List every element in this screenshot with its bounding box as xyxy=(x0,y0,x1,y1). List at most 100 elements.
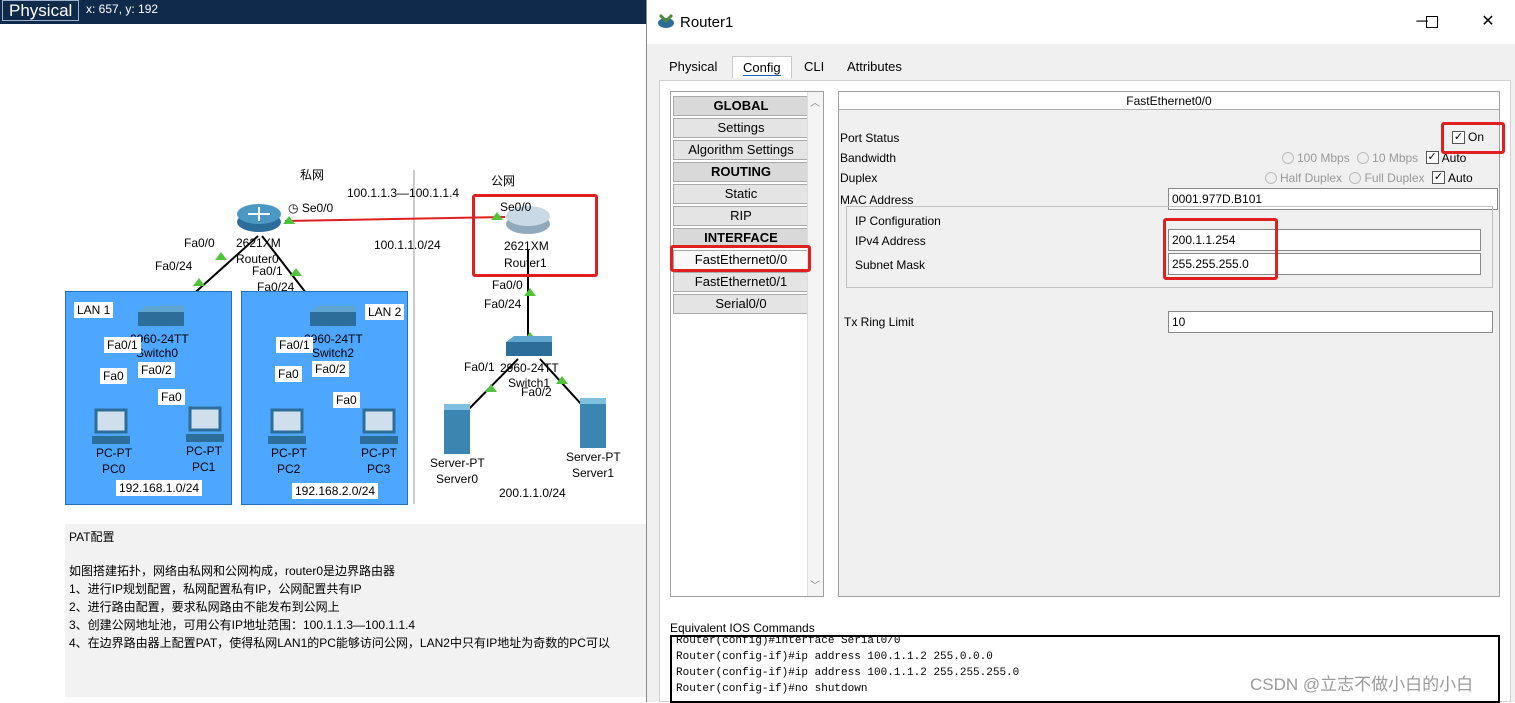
tab-cli[interactable]: CLI xyxy=(794,56,834,78)
switch1-port1-label: Fa0/1 xyxy=(464,360,495,374)
router0-fa1-label: Fa0/1 xyxy=(252,264,283,278)
workspace-mode-label[interactable]: Physical xyxy=(2,0,80,21)
router-app-icon xyxy=(658,13,674,28)
router1-fa0-label: Fa0/0 xyxy=(492,278,523,292)
pc1-port-label: Fa0 xyxy=(158,389,185,405)
public-network-label: 公网 xyxy=(491,174,516,188)
switch2-port2-label: Fa0/2 xyxy=(312,361,349,377)
router1-highlight xyxy=(472,194,598,277)
sidebar-item-fastethernet0-1[interactable]: FastEthernet0/1 xyxy=(673,272,809,292)
notes-title: PAT配置 xyxy=(69,530,115,544)
serial-network-label: 100.1.1.0/24 xyxy=(374,238,441,252)
tx-ring-label: Tx Ring Limit xyxy=(844,315,915,329)
ios-line: Router(config-if)#ip address 100.1.1.2 2… xyxy=(676,651,993,663)
port-status-highlight xyxy=(1441,122,1505,154)
server1-name: Server1 xyxy=(572,466,615,480)
switch2-model: 2960-24TT xyxy=(304,332,363,346)
interface-header: FastEthernet0/0 xyxy=(839,92,1499,110)
server0-name: Server0 xyxy=(436,472,479,486)
server-icon[interactable] xyxy=(578,396,608,450)
bandwidth-10-label: 10 Mbps xyxy=(1372,151,1419,165)
switch0-name: Switch0 xyxy=(136,346,179,360)
sidebar-item-serial0-0[interactable]: Serial0/0 xyxy=(673,294,809,314)
switch-icon[interactable] xyxy=(504,336,554,360)
notes-line: 2、进行路由配置，要求私网路由不能发布到公网上 xyxy=(69,600,340,614)
pc3-type: PC-PT xyxy=(361,446,397,460)
half-duplex-label: Half Duplex xyxy=(1280,171,1343,185)
bandwidth-label: Bandwidth xyxy=(840,151,897,165)
window-titlebar[interactable]: Router1 ─ ✕ xyxy=(647,0,1515,44)
pc2-port-label: Fa0 xyxy=(275,366,302,382)
ios-line: Router(config)#interface Serial0/0 xyxy=(676,635,901,647)
bandwidth-auto-checkbox[interactable]: ✓ xyxy=(1425,151,1439,165)
sidebar-item-static[interactable]: Static xyxy=(673,184,809,204)
pc-icon[interactable] xyxy=(268,408,308,446)
pc2-type: PC-PT xyxy=(271,446,307,460)
lan2-network-label: 192.168.2.0/24 xyxy=(292,483,379,499)
notes-line: 3、创建公网地址池，可用公有IP地址范围：100.1.1.3—100.1.1.4 xyxy=(69,618,416,632)
duplex-auto-checkbox[interactable]: ✓ xyxy=(1431,171,1445,185)
ipv4-label: IPv4 Address xyxy=(855,234,926,248)
router0-model: 2621XM xyxy=(236,236,281,250)
half-duplex-radio[interactable] xyxy=(1265,171,1277,184)
tab-physical[interactable]: Physical xyxy=(659,56,727,78)
router0-serial-label: ◷ Se0/0 xyxy=(288,201,334,215)
tx-ring-field[interactable]: 10 xyxy=(1168,311,1493,333)
switch1-model: 2960-24TT xyxy=(500,361,559,375)
scroll-down-icon[interactable]: ﹀ xyxy=(810,577,820,592)
scroll-up-icon[interactable]: ︿ xyxy=(810,94,820,109)
cursor-coordinates: x: 657, y: 192 xyxy=(86,2,159,16)
task-notes: PAT配置 如图搭建拓扑，网络由私网和公网构成，router0是边界路由器 1、… xyxy=(65,524,646,697)
window-title: Router1 xyxy=(680,14,734,31)
switch-icon[interactable] xyxy=(136,306,186,330)
pc0-port-label: Fa0 xyxy=(100,368,127,384)
tab-attributes[interactable]: Attributes xyxy=(837,56,912,78)
pc1-name: PC1 xyxy=(192,460,216,474)
sidebar-item-rip[interactable]: RIP xyxy=(673,206,809,226)
router-icon[interactable] xyxy=(236,202,282,234)
router0-serial-port: Se0/0 xyxy=(301,201,334,215)
address-pool-label: 100.1.1.3—100.1.1.4 xyxy=(347,186,460,200)
sidebar-item-settings[interactable]: Settings xyxy=(673,118,809,138)
sidebar-item-algorithm-settings[interactable]: Algorithm Settings xyxy=(673,140,809,160)
watermark: CSDN @立志不做小白的小白 xyxy=(1250,675,1474,694)
port-status-label: Port Status xyxy=(840,131,900,145)
lan1-label: LAN 1 xyxy=(74,302,114,318)
sidebar-scrollbar[interactable]: ︿ ﹀ xyxy=(807,92,823,596)
tab-config[interactable]: Config xyxy=(732,56,792,78)
ip-highlight xyxy=(1163,218,1278,280)
server-icon[interactable] xyxy=(442,402,472,456)
close-button[interactable]: ✕ xyxy=(1473,10,1503,34)
switch0-port2-label: Fa0/2 xyxy=(138,362,175,378)
lan1-network-label: 192.168.1.0/24 xyxy=(116,480,203,496)
switch0-uplink-label: Fa0/24 xyxy=(155,259,193,273)
pc-icon[interactable] xyxy=(186,406,226,444)
full-duplex-radio[interactable] xyxy=(1349,171,1362,184)
sidebar-header-routing: ROUTING xyxy=(673,162,809,182)
interface-highlight xyxy=(670,245,811,272)
subnet-mask-label: Subnet Mask xyxy=(855,258,926,272)
notes-line: 1、进行IP规划配置，私网配置私有IP，公网配置共有IP xyxy=(69,582,362,596)
config-sidebar: GLOBAL Settings Algorithm Settings ROUTI… xyxy=(670,91,824,597)
topology-canvas[interactable]: LAN 1 LAN 2 私网 公网 100.1.1.3—100.1.1.4 10… xyxy=(0,24,646,702)
router1-window: Router1 ─ ✕ Physical Config CLI Attribut… xyxy=(646,0,1515,703)
public-network-address: 200.1.1.0/24 xyxy=(499,486,566,500)
pc0-type: PC-PT xyxy=(96,446,132,460)
bandwidth-10-radio[interactable] xyxy=(1357,151,1370,164)
pc-icon[interactable] xyxy=(360,408,400,446)
switch1-port2-label: Fa0/2 xyxy=(521,385,552,399)
full-duplex-label: Full Duplex xyxy=(1364,171,1425,185)
mac-label: MAC Address xyxy=(840,193,914,207)
maximize-button[interactable] xyxy=(1417,10,1447,34)
bandwidth-100-radio[interactable] xyxy=(1282,151,1294,164)
server0-type: Server-PT xyxy=(430,456,485,470)
bandwidth-100-label: 100 Mbps xyxy=(1297,151,1350,165)
duplex-auto-label: Auto xyxy=(1447,171,1473,185)
pc1-type: PC-PT xyxy=(186,444,222,458)
switch1-uplink-label: Fa0/24 xyxy=(484,297,522,311)
switch-icon[interactable] xyxy=(308,306,358,330)
interface-settings: FastEthernet0/0 Port Status ✓ On Bandwidt… xyxy=(838,91,1505,597)
lan2-label: LAN 2 xyxy=(365,304,405,320)
pc-icon[interactable] xyxy=(92,408,132,446)
config-panel: GLOBAL Settings Algorithm Settings ROUTI… xyxy=(659,80,1511,703)
